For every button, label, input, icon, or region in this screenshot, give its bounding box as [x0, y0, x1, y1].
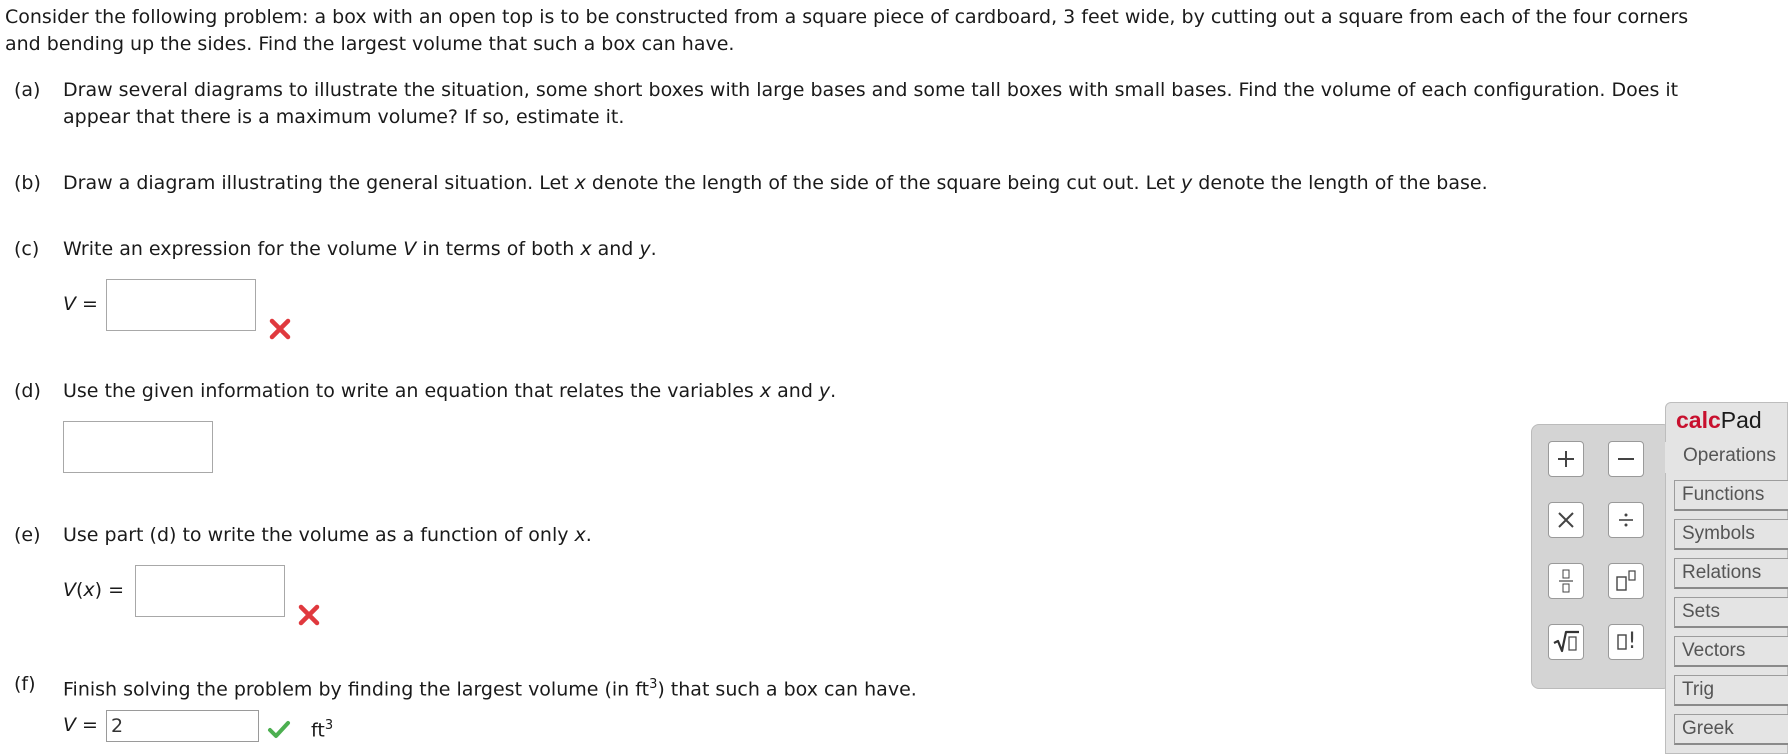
- part-d-answer-input[interactable]: [64, 422, 212, 472]
- var-x: x: [580, 238, 592, 260]
- calcpad-title-brand: calc: [1676, 407, 1721, 433]
- plus-icon: [1558, 451, 1574, 467]
- unit-text: ft: [311, 719, 325, 742]
- part-f-text: Finish solving the problem by finding th…: [63, 671, 917, 703]
- answer-var: V: [63, 579, 76, 601]
- factorial-box-icon: [1616, 634, 1627, 650]
- part-f-answer-label: V =: [63, 712, 98, 739]
- correct-check-icon: [268, 721, 290, 738]
- answer-eq: =: [102, 579, 125, 601]
- var-y: y: [639, 238, 651, 260]
- part-c-answer-box: [106, 279, 256, 331]
- tab-greek[interactable]: Greek: [1674, 714, 1788, 745]
- part-c-text-2: in terms of both: [416, 238, 581, 260]
- part-c-text-1: Write an expression for the volume: [63, 238, 404, 260]
- problem-intro: Consider the following problem: a box wi…: [5, 6, 1689, 55]
- answer-var: V: [63, 714, 76, 736]
- part-d-text-3: .: [830, 380, 837, 402]
- divide-button[interactable]: [1608, 502, 1644, 538]
- unit-sup: 3: [324, 718, 334, 733]
- var-x: x: [759, 380, 772, 402]
- part-a-letter: (a): [14, 79, 41, 101]
- answer-var: V: [63, 293, 76, 315]
- calcpad-button-panel: !: [1531, 424, 1671, 689]
- factorial-glyph: !: [1627, 629, 1637, 654]
- part-f-answer-box: [106, 710, 259, 742]
- times-button[interactable]: [1548, 502, 1584, 538]
- part-c-text-3: and: [591, 238, 640, 260]
- answer-arg: x: [83, 579, 95, 601]
- incorrect-x-icon: [298, 604, 320, 626]
- part-c-text: Write an expression for the volume V in …: [63, 236, 657, 263]
- exponent-button[interactable]: [1608, 563, 1644, 599]
- part-e-text-1: Use part (d) to write the volume as a fu…: [63, 524, 575, 546]
- sqrt-button[interactable]: [1548, 624, 1584, 660]
- tab-vectors[interactable]: Vectors: [1674, 636, 1788, 667]
- factorial-button[interactable]: !: [1608, 624, 1644, 660]
- part-c-answer-input[interactable]: [107, 280, 255, 330]
- var-x: x: [574, 524, 586, 546]
- part-b-text-1: Draw a diagram illustrating the general …: [63, 172, 575, 194]
- exponent-icon: [1616, 570, 1636, 591]
- tab-sets[interactable]: Sets: [1674, 597, 1788, 628]
- part-e-letter: (e): [14, 524, 41, 546]
- fraction-icon: [1559, 569, 1573, 593]
- tab-relations[interactable]: Relations: [1674, 558, 1788, 589]
- var-y: y: [818, 380, 831, 402]
- minus-icon: [1618, 458, 1634, 460]
- part-b-text-2: denote the length of the side of the squ…: [585, 172, 1182, 194]
- answer-paren-close: ): [94, 579, 103, 601]
- part-f-letter: (f): [14, 673, 36, 695]
- part-c-answer-label: V =: [63, 291, 98, 318]
- part-b-text-3: denote the length of the base.: [1192, 172, 1488, 194]
- part-a-text: Draw several diagrams to illustrate the …: [63, 79, 1679, 128]
- part-e-answer-label: V(x) =: [63, 577, 124, 604]
- times-icon: [1558, 512, 1574, 528]
- part-c-text-4: .: [650, 238, 657, 260]
- tab-functions[interactable]: Functions: [1674, 480, 1788, 511]
- part-b-text: Draw a diagram illustrating the general …: [63, 170, 1488, 197]
- calcpad-title-rest: Pad: [1720, 407, 1762, 433]
- part-f-answer-input[interactable]: [107, 711, 258, 741]
- part-d-letter: (d): [14, 380, 41, 402]
- plus-button[interactable]: [1548, 441, 1584, 477]
- calcpad-tabs: calcPad Operations Functions Symbols Rel…: [1665, 402, 1788, 754]
- divide-icon: [1619, 513, 1633, 527]
- part-d-text: Use the given information to write an eq…: [63, 378, 836, 405]
- var-v: V: [403, 238, 417, 260]
- part-d-text-1: Use the given information to write an eq…: [63, 380, 760, 402]
- part-c-letter: (c): [14, 238, 40, 260]
- part-f-text-1: Finish solving the problem by finding th…: [63, 678, 650, 701]
- sqrt-icon: [1553, 630, 1579, 653]
- part-e-text: Use part (d) to write the volume as a fu…: [63, 522, 592, 549]
- part-e-answer-input[interactable]: [136, 566, 284, 616]
- tab-operations[interactable]: Operations: [1665, 442, 1783, 473]
- tab-trig[interactable]: Trig: [1674, 675, 1788, 706]
- part-f-text-2: ) that such a box can have.: [657, 678, 917, 701]
- part-d-answer-box: [63, 421, 213, 473]
- minus-button[interactable]: [1608, 441, 1644, 477]
- incorrect-x-icon: [269, 318, 291, 340]
- part-e-answer-box: [135, 565, 285, 617]
- var-x: x: [574, 172, 586, 194]
- part-d-text-2: and: [771, 380, 819, 402]
- part-b-letter: (b): [14, 172, 41, 194]
- tab-symbols[interactable]: Symbols: [1674, 519, 1788, 550]
- answer-eq: =: [76, 293, 98, 315]
- part-f-unit: ft3: [311, 712, 333, 744]
- var-y: y: [1181, 172, 1193, 194]
- part-e-text-2: .: [585, 524, 592, 546]
- calcpad-title: calcPad: [1676, 407, 1762, 434]
- fraction-button[interactable]: [1548, 563, 1584, 599]
- answer-eq: =: [76, 714, 98, 736]
